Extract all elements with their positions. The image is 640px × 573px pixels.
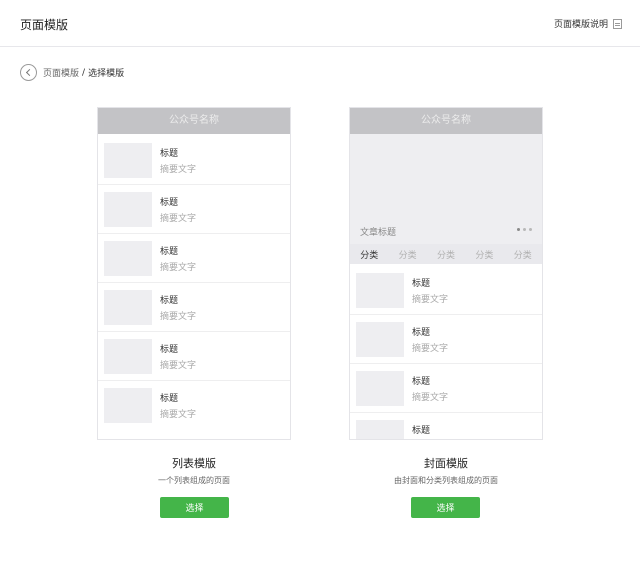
list-item: 标题 摘要文字 [98,185,290,234]
item-desc: 摘要文字 [160,263,197,273]
list-item: 标题 摘要文字 [98,283,290,332]
template-name: 封面模版 [424,457,468,470]
list-item: 标题 摘要文字 [98,234,290,283]
breadcrumb: 页面模版 / 选择模版 [20,64,124,81]
template-name: 列表模版 [172,457,216,470]
item-desc: 摘要文字 [412,393,449,403]
category-tab[interactable]: 分类 [399,248,417,261]
breadcrumb-parent-link[interactable]: 页面模版 [43,66,79,79]
item-title: 标题 [412,426,431,436]
item-desc: 摘要文字 [412,295,449,305]
template-description: 一个列表组成的页面 [158,476,230,485]
cover-template-preview[interactable]: 公众号名称 文章标题 分类 分类 分类 分类 分类 标题 摘要文字 标题 摘要文… [349,107,543,440]
list-template-caption: 列表模版 一个列表组成的页面 [97,455,291,486]
item-title: 标题 [160,345,179,355]
category-tabs: 分类 分类 分类 分类 分类 [350,244,542,264]
carousel-dot [523,228,526,231]
carousel-dot [529,228,532,231]
cover-template-caption: 封面模版 由封面和分类列表组成的页面 [349,455,543,486]
back-arrow-icon[interactable] [20,64,37,81]
list-template-preview[interactable]: 公众号名称 标题 摘要文字 标题 摘要文字 标题 摘要文字 标题 摘要文字 标题… [97,107,291,440]
thumbnail-placeholder [104,388,152,423]
thumbnail-placeholder [104,290,152,325]
list-item: 标题 摘要文字 [98,332,290,381]
category-tab[interactable]: 分类 [475,248,493,261]
item-desc: 摘要文字 [160,361,197,371]
thumbnail-placeholder [356,273,404,308]
page-title: 页面模版 [20,18,69,32]
list-item: 标题 摘要文字 [98,136,290,185]
preview-account-name: 公众号名称 [98,108,290,134]
carousel-dot [517,228,520,231]
item-desc: 摘要文字 [160,312,197,322]
item-desc: 摘要文字 [160,214,197,224]
item-title: 标题 [412,377,431,387]
list-item: 标题 摘要文字 [98,381,290,430]
item-title: 标题 [160,394,179,404]
category-tab[interactable]: 分类 [360,248,378,261]
thumbnail-placeholder [356,322,404,357]
help-link-label: 页面模版说明 [553,20,608,30]
item-desc: 摘要文字 [160,410,197,420]
category-tab[interactable]: 分类 [514,248,532,261]
preview-account-name: 公众号名称 [350,108,542,134]
thumbnail-placeholder [356,371,404,406]
list-item: 标题 摘要文字 [350,315,542,364]
item-title: 标题 [160,247,179,257]
select-cover-template-button[interactable]: 选择 [411,497,480,518]
template-description: 由封面和分类列表组成的页面 [394,476,498,485]
carousel-dots [517,228,532,231]
document-icon [613,18,622,29]
item-title: 标题 [412,328,431,338]
item-title: 标题 [412,279,431,289]
list-item: 标题 [350,413,542,439]
template-help-link[interactable]: 页面模版说明 [554,17,622,30]
thumbnail-placeholder [356,420,404,439]
breadcrumb-separator: / [82,67,86,78]
thumbnail-placeholder [104,192,152,227]
cover-article-title: 文章标题 [360,228,397,238]
item-title: 标题 [160,198,179,208]
select-list-template-button[interactable]: 选择 [160,497,229,518]
thumbnail-placeholder [104,241,152,276]
thumbnail-placeholder [104,339,152,374]
item-title: 标题 [160,149,179,159]
category-tab[interactable]: 分类 [437,248,455,261]
breadcrumb-current: 选择模版 [88,69,125,79]
page-header: 页面模版 页面模版说明 [0,0,640,47]
item-desc: 摘要文字 [412,344,449,354]
item-title: 标题 [160,296,179,306]
list-item: 标题 摘要文字 [350,364,542,413]
list-item: 标题 摘要文字 [350,266,542,315]
thumbnail-placeholder [104,143,152,178]
item-desc: 摘要文字 [160,165,197,175]
